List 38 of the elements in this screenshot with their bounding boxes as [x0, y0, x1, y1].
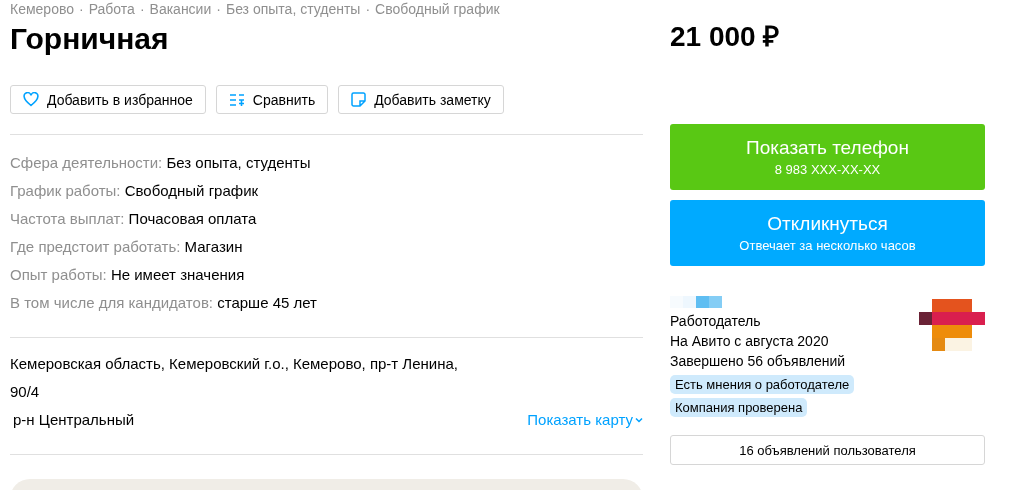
- show-phone-button[interactable]: Показать телефон 8 983 XXX-XX-XX: [670, 124, 985, 190]
- district-text: р-н Центральный: [12, 410, 136, 430]
- heart-icon: [23, 92, 39, 107]
- listing-title: Горничная: [10, 22, 170, 56]
- breadcrumb-separator: ·: [365, 1, 371, 17]
- address-text: Кемеровская область, Кемеровский г.о., Кемерово, пр-т Ленина,: [10, 354, 458, 374]
- user-listings-button[interactable]: 16 объявлений пользователя: [670, 435, 985, 465]
- breadcrumb-link[interactable]: Вакансии: [149, 1, 212, 17]
- action-button[interactable]: Добавить заметку: [338, 85, 504, 114]
- parameter-text: Частота выплат: Почасовая оплата: [10, 209, 258, 229]
- breadcrumb-separator: ·: [79, 1, 84, 17]
- parameter-text: График работы: Свободный график: [10, 181, 260, 201]
- address-text: 90/4: [10, 382, 41, 402]
- completed-listings-text: Завершено 56 объявлений: [670, 352, 846, 371]
- pixelated-avatar-drawing: [919, 299, 985, 351]
- parameter-text: Где предстоит работать: Магазин: [10, 237, 244, 257]
- breadcrumb-separator: ·: [139, 1, 145, 17]
- parameter-text: Опыт работы: Не имеет значения: [10, 265, 246, 285]
- breadcrumb-separator: ·: [216, 1, 221, 17]
- breadcrumb-link[interactable]: Свободный график: [375, 1, 500, 17]
- seller-role-text: Работодатель: [670, 312, 761, 331]
- action-button[interactable]: Сравнить: [215, 85, 329, 114]
- breadcrumb-link[interactable]: Без опыта, студенты: [225, 1, 361, 17]
- breadcrumb-link[interactable]: Кемерово: [10, 1, 74, 17]
- seller-badge: Есть мнения о работодателе: [670, 375, 855, 394]
- show-map-link[interactable]: Показать карту: [527, 411, 643, 434]
- pixelated-name-drawing: [670, 296, 722, 308]
- seller-since-text: На Авито с августа 2020: [670, 332, 829, 351]
- seller-badge: Компания проверена: [670, 398, 808, 417]
- respond-button[interactable]: Откликнуться Отвечает за несколько часов: [670, 200, 985, 266]
- parameter-text: В том числе для кандидатов: старше 45 лет: [10, 293, 318, 313]
- price-text: 21 000 ₽: [670, 20, 781, 54]
- breadcrumb-link[interactable]: Работа: [88, 1, 135, 17]
- note-icon: [351, 92, 367, 107]
- chevron-down-icon: [635, 416, 643, 423]
- parameter-text: Сфера деятельности: Без опыта, студенты: [10, 153, 312, 173]
- action-button[interactable]: Добавить в избранное: [10, 85, 206, 114]
- compare-icon: [228, 92, 245, 107]
